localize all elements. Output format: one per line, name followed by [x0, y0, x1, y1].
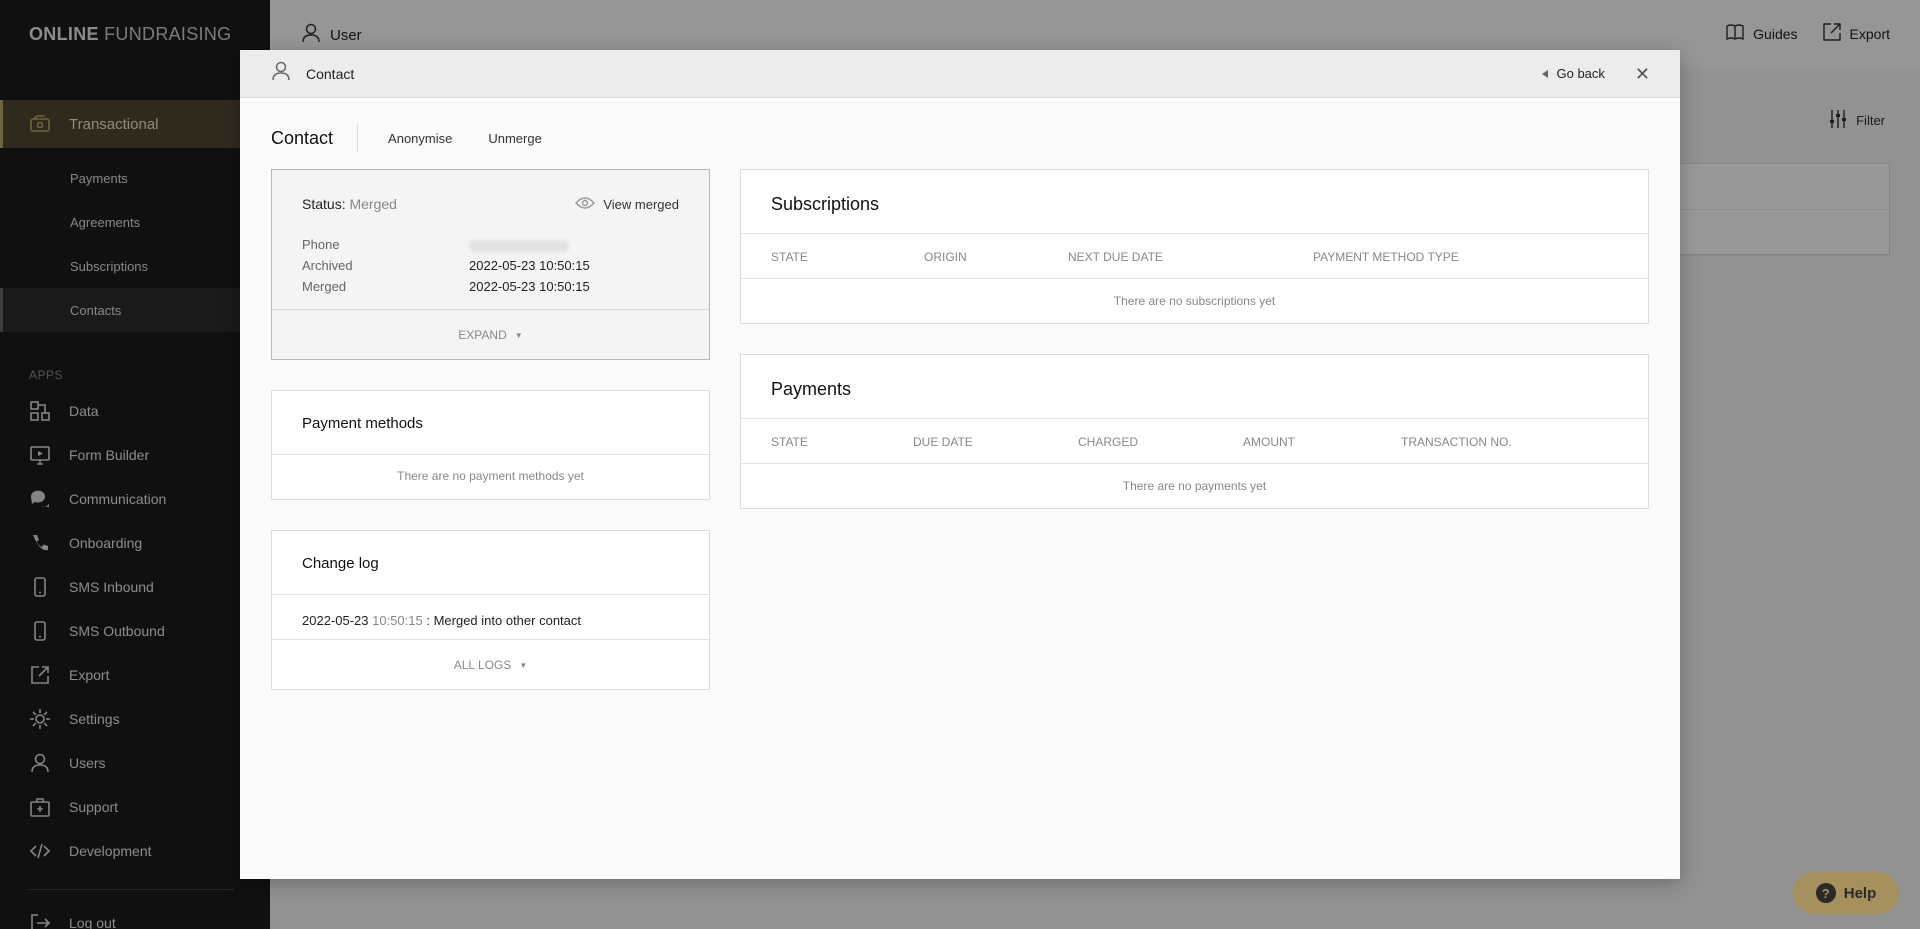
divider [272, 594, 709, 595]
field-value: 2022-05-23 10:50:15 [469, 258, 590, 273]
divider [741, 278, 1648, 279]
archived-field: Archived 2022-05-23 10:50:15 [302, 258, 590, 273]
back-arrow-icon [1542, 69, 1549, 78]
column-header[interactable]: DUE DATE [913, 435, 973, 449]
redacted-value [469, 239, 569, 252]
field-value: 2022-05-23 10:50:15 [469, 279, 590, 294]
all-logs-button[interactable]: ALL LOGS ▼ [272, 640, 709, 690]
close-icon[interactable]: ✕ [1635, 65, 1650, 83]
log-text: : Merged into other contact [426, 613, 582, 628]
status-card: Status: Merged View merged Phone Archive… [271, 169, 710, 360]
help-label: Help [1843, 884, 1877, 902]
help-button[interactable]: ? Help [1793, 872, 1899, 914]
log-time: 10:50:15 [372, 613, 423, 628]
question-icon: ? [1815, 883, 1836, 903]
card-title: Payments [771, 379, 852, 399]
expand-label: EXPAND [458, 328, 507, 342]
empty-message: There are no payment methods yet [397, 469, 584, 483]
column-header[interactable]: ORIGIN [924, 250, 967, 264]
caret-down-icon: ▼ [519, 660, 528, 670]
expand-button[interactable]: EXPAND ▼ [272, 309, 709, 360]
empty-message: There are no payments yet [1122, 479, 1267, 493]
modal-header: Contact Go back ✕ [240, 50, 1680, 98]
divider [272, 454, 709, 455]
page-title: Contact [271, 123, 359, 153]
column-header[interactable]: CHARGED [1078, 435, 1138, 449]
divider [741, 233, 1648, 234]
all-logs-label: ALL LOGS [453, 658, 512, 672]
unmerge-button[interactable]: Unmerge [488, 131, 541, 146]
empty-message: There are no subscriptions yet [1113, 294, 1276, 308]
user-icon [270, 60, 292, 87]
status-label: Status: [302, 196, 346, 212]
column-header[interactable]: PAYMENT METHOD TYPE [1313, 250, 1459, 264]
go-back-label: Go back [1556, 66, 1605, 81]
field-key: Archived [302, 258, 353, 273]
caret-down-icon: ▼ [514, 330, 523, 340]
eye-icon [575, 196, 596, 213]
log-entry: 2022-05-23 10:50:15 : Merged into other … [302, 613, 581, 628]
payments-card: Payments STATE DUE DATE CHARGED AMOUNT T… [740, 354, 1649, 509]
column-header[interactable]: STATE [771, 250, 808, 264]
card-title: Subscriptions [771, 194, 880, 214]
view-merged-label: View merged [603, 197, 679, 212]
column-header[interactable]: AMOUNT [1243, 435, 1295, 449]
card-title: Change log [302, 555, 379, 572]
view-merged-button[interactable]: View merged [575, 196, 679, 213]
modal-title: Contact [306, 65, 355, 82]
phone-field: Phone [302, 237, 569, 252]
contact-modal: Contact Go back ✕ Contact Anonymise Unme… [240, 50, 1680, 879]
column-header[interactable]: STATE [771, 435, 808, 449]
status-badge: Merged [349, 196, 397, 212]
change-log-card: Change log 2022-05-23 10:50:15 : Merged … [271, 530, 710, 690]
status-line: Status: Merged [302, 196, 397, 212]
payment-methods-card: Payment methods There are no payment met… [271, 390, 710, 500]
subscriptions-card: Subscriptions STATE ORIGIN NEXT DUE DATE… [740, 169, 1649, 324]
anonymise-button[interactable]: Anonymise [388, 131, 452, 146]
field-key: Merged [302, 279, 347, 294]
divider [741, 463, 1648, 464]
card-title: Payment methods [302, 415, 423, 432]
column-header[interactable]: TRANSACTION NO. [1401, 435, 1512, 449]
go-back-button[interactable]: Go back [1542, 66, 1605, 81]
log-date: 2022-05-23 [302, 613, 369, 628]
modal-toolbar: Contact Anonymise Unmerge [271, 123, 542, 153]
divider [741, 418, 1648, 419]
merged-field: Merged 2022-05-23 10:50:15 [302, 279, 590, 294]
field-key: Phone [302, 237, 340, 252]
column-header[interactable]: NEXT DUE DATE [1068, 250, 1163, 264]
